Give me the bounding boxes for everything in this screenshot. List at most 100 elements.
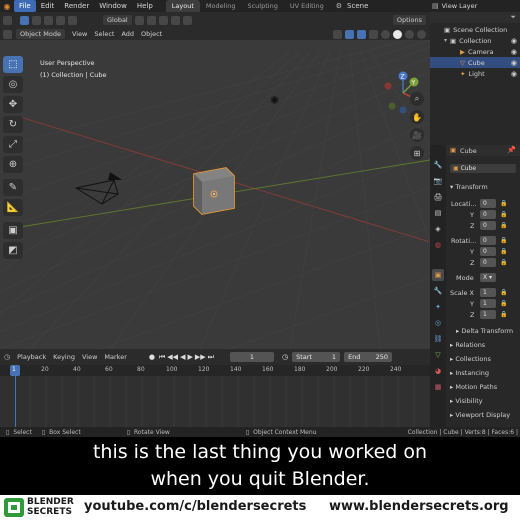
object-tab-icon[interactable]: ▣ xyxy=(432,269,444,281)
website-url[interactable]: www.blendersecrets.org xyxy=(329,499,509,514)
rotation-z-field[interactable]: 0 xyxy=(480,258,496,267)
motion-paths-panel[interactable]: ▸ Motion Paths xyxy=(450,383,497,391)
select-box-icon[interactable] xyxy=(20,15,29,25)
prev-keyframe-icon[interactable]: ◀◀ xyxy=(167,353,178,361)
snap-icon[interactable] xyxy=(146,15,156,25)
lock-icon[interactable]: 🔒 xyxy=(500,259,507,266)
lock-icon[interactable]: 🔒 xyxy=(500,300,507,307)
clock-icon[interactable]: ◷ xyxy=(282,353,288,361)
instancing-panel[interactable]: ▸ Instancing xyxy=(450,369,489,377)
menu-add[interactable]: Add xyxy=(121,30,134,38)
lock-icon[interactable]: 🔒 xyxy=(500,222,507,229)
outliner-collection[interactable]: ▾ ▣ Collection ◉ xyxy=(430,35,520,46)
object-name-field[interactable]: ▣ Cube xyxy=(450,164,516,173)
youtube-url[interactable]: youtube.com/c/blendersecrets xyxy=(84,499,306,514)
add-object-tool-icon[interactable]: ◩ xyxy=(3,242,23,259)
menu-keying[interactable]: Keying xyxy=(53,353,75,361)
rotate-tool-icon[interactable]: ↻ xyxy=(3,116,23,133)
current-frame-field[interactable]: 1 xyxy=(229,352,274,362)
tool-settings-tab-icon[interactable]: 🔧 xyxy=(432,159,444,171)
view-layer-icon[interactable]: ▤ xyxy=(432,2,439,10)
filter-icon[interactable]: ⏷ xyxy=(510,13,516,22)
falloff-icon[interactable] xyxy=(182,15,192,25)
menu-file[interactable]: File xyxy=(14,0,36,12)
menu-select[interactable]: Select xyxy=(94,30,114,38)
play-reverse-icon[interactable]: ◀ xyxy=(180,353,185,361)
viewport-display-panel[interactable]: ▸ Viewport Display xyxy=(450,411,510,419)
snap-target-icon[interactable] xyxy=(158,15,168,25)
menu-edit[interactable]: Edit xyxy=(36,0,60,12)
move-tool-icon[interactable]: ✥ xyxy=(3,96,23,113)
timeline-ruler[interactable]: 1 20 40 60 80 100 120 140 160 180 200 22… xyxy=(0,365,430,376)
outliner-item-light[interactable]: ✦ Light ◉ xyxy=(430,68,520,79)
transform-tool-icon[interactable]: ⊕ xyxy=(3,156,23,173)
render-tab-icon[interactable]: 📷 xyxy=(432,175,444,187)
scene-tab-icon[interactable]: ◈ xyxy=(432,223,444,235)
menu-timeline-view[interactable]: View xyxy=(82,353,97,361)
lock-icon[interactable]: 🔒 xyxy=(500,311,507,318)
shading-rendered-icon[interactable] xyxy=(417,29,426,39)
pin-icon[interactable]: 📌 xyxy=(507,146,516,154)
blender-logo-icon[interactable]: ◉ xyxy=(0,2,14,11)
proportional-edit-icon[interactable] xyxy=(170,15,180,25)
material-tab-icon[interactable]: ◕ xyxy=(432,365,444,377)
menu-playback[interactable]: Playback xyxy=(17,353,46,361)
eye-icon[interactable]: ◉ xyxy=(511,37,517,45)
outliner-scene-collection[interactable]: ▣ Scene Collection xyxy=(430,24,520,35)
view-layer-label[interactable]: View Layer xyxy=(442,2,478,10)
relations-panel[interactable]: ▸ Relations xyxy=(450,341,485,349)
camera-view-icon[interactable]: 🎥 xyxy=(410,128,424,142)
overlay-toggle-icon[interactable] xyxy=(357,29,366,39)
location-x-field[interactable]: 0 xyxy=(480,199,496,208)
lock-icon[interactable]: 🔒 xyxy=(500,211,507,218)
particles-tab-icon[interactable]: ✦ xyxy=(432,301,444,313)
tab-uv-editing[interactable]: UV Editing xyxy=(284,0,330,12)
eye-icon[interactable]: ◉ xyxy=(511,48,517,56)
tab-sculpting[interactable]: Sculpting xyxy=(241,0,283,12)
scale-x-field[interactable]: 1 xyxy=(480,288,496,297)
menu-render[interactable]: Render xyxy=(59,0,94,12)
rotation-mode-dropdown[interactable]: X ▾ xyxy=(480,273,496,282)
expand-arrow-icon[interactable]: ▾ xyxy=(444,37,447,44)
transform-orientation-dropdown[interactable]: Global xyxy=(103,15,132,25)
visibility-icon[interactable] xyxy=(333,29,342,39)
scale-tool-icon[interactable]: ⤢ xyxy=(3,136,23,153)
lock-icon[interactable]: 🔒 xyxy=(500,237,507,244)
jump-start-icon[interactable]: ⏮ xyxy=(159,353,165,362)
start-frame-field[interactable]: Start 1 xyxy=(292,352,341,362)
add-cube-tool-icon[interactable]: ▣ xyxy=(3,222,23,239)
camera-object[interactable] xyxy=(72,158,132,208)
tab-modeling[interactable]: Modeling xyxy=(200,0,242,12)
select-mode-intersect-icon[interactable] xyxy=(68,15,77,25)
delta-transform-panel[interactable]: ▸ Delta Transform xyxy=(456,327,513,335)
modifiers-tab-icon[interactable]: 🔧 xyxy=(432,285,444,297)
menu-object[interactable]: Object xyxy=(141,30,162,38)
location-z-field[interactable]: 0 xyxy=(480,221,496,230)
shading-solid-icon[interactable] xyxy=(393,29,402,39)
visibility-panel[interactable]: ▸ Visibility xyxy=(450,397,483,405)
play-icon[interactable]: ▶ xyxy=(187,353,192,361)
world-tab-icon[interactable]: ◍ xyxy=(432,239,444,251)
texture-tab-icon[interactable]: ▦ xyxy=(432,381,444,393)
editor-type-icon[interactable] xyxy=(3,15,12,25)
shading-wireframe-icon[interactable] xyxy=(381,29,390,39)
lock-icon[interactable]: 🔒 xyxy=(500,200,507,207)
lock-icon[interactable]: 🔒 xyxy=(500,248,507,255)
rotation-y-field[interactable]: 0 xyxy=(480,247,496,256)
output-tab-icon[interactable]: 🖨 xyxy=(432,191,444,203)
end-frame-field[interactable]: End 250 xyxy=(344,352,393,362)
measure-tool-icon[interactable]: 📐 xyxy=(3,199,23,216)
editor-menu-icon[interactable] xyxy=(3,29,12,39)
lock-icon[interactable]: 🔒 xyxy=(500,289,507,296)
jump-end-icon[interactable]: ⏭ xyxy=(208,353,214,362)
object-mode-dropdown[interactable]: Object Mode xyxy=(16,29,65,39)
rotation-x-field[interactable]: 0 xyxy=(480,236,496,245)
cursor-tool-icon[interactable]: ◎ xyxy=(3,76,23,93)
outliner-item-cube[interactable]: ▽ Cube ◉ xyxy=(430,57,520,68)
physics-tab-icon[interactable]: ◎ xyxy=(432,317,444,329)
light-object[interactable]: ✺ xyxy=(270,94,279,107)
cube-object[interactable] xyxy=(188,164,240,216)
location-y-field[interactable]: 0 xyxy=(480,210,496,219)
xray-icon[interactable] xyxy=(369,29,378,39)
record-icon[interactable]: ● xyxy=(149,353,155,361)
